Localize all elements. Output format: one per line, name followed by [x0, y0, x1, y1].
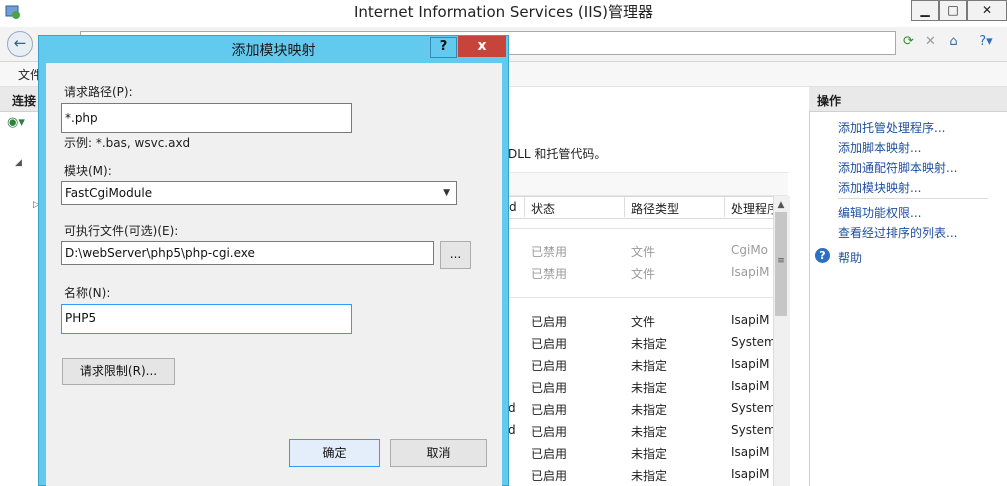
name-input[interactable]: PHP5 [61, 304, 352, 334]
table-row[interactable]: 已启用 未指定 System [508, 332, 774, 354]
column-header-name[interactable]: d [509, 200, 517, 214]
cell-handler: IsapiM [731, 357, 770, 371]
cell-path-type: 未指定 [631, 359, 668, 373]
cell-handler: IsapiM [731, 445, 770, 459]
cell-path-type: 未指定 [631, 469, 668, 483]
window-close-button[interactable]: ✕ [967, 0, 1007, 21]
column-divider[interactable] [724, 197, 725, 217]
connect-globe-icon[interactable]: ◉▾ [7, 115, 25, 130]
connections-pane [0, 87, 41, 486]
help-dropdown-icon[interactable]: ?▾ [974, 33, 998, 50]
cell-status: 已启用 [531, 337, 568, 351]
home-icon[interactable]: ⌂ [945, 33, 962, 50]
cell-path-type: 未指定 [631, 425, 668, 439]
minimize-button[interactable]: ▁ [911, 0, 939, 21]
table-row[interactable]: 已启用 未指定 IsapiM [508, 354, 774, 376]
cell-path-type: 文件 [631, 315, 656, 329]
cell-status: 已启用 [531, 359, 568, 373]
executable-label: 可执行文件(可选)(E): [64, 224, 179, 238]
actions-divider [838, 198, 988, 199]
connections-title: 连接 [12, 94, 37, 108]
scroll-up-arrow-icon[interactable]: ▲ [774, 198, 788, 212]
action-help[interactable]: 帮助 [838, 249, 862, 266]
table-row[interactable]: 已启用 文件 IsapiM [508, 310, 774, 332]
cell-status: 已启用 [531, 469, 568, 483]
cell-name: d [508, 401, 516, 415]
column-header-status[interactable]: 状态 [531, 200, 555, 217]
cell-handler: IsapiM [731, 467, 770, 481]
cell-path-type: 未指定 [631, 337, 668, 351]
scrollbar-grip-icon: ≡ [777, 256, 785, 266]
name-label: 名称(N): [64, 286, 111, 300]
action-add-module-mapping[interactable]: 添加模块映射... [838, 179, 921, 196]
group-divider [508, 297, 774, 298]
window-title: Internet Information Services (IIS)管理器 [353, 3, 654, 21]
maximize-button[interactable]: □ [939, 0, 967, 21]
refresh-icon[interactable]: ⟳ [900, 33, 917, 50]
cell-name: d [508, 423, 516, 437]
column-header-path-type[interactable]: 路径类型 [631, 200, 679, 217]
module-select[interactable]: FastCgiModule ▼ [61, 181, 457, 205]
column-divider[interactable] [624, 197, 625, 217]
cancel-button[interactable]: 取消 [390, 439, 487, 467]
action-add-managed-handler[interactable]: 添加托管处理程序... [838, 119, 945, 136]
action-view-ordered-list[interactable]: 查看经过排序的列表... [838, 224, 957, 241]
module-select-value: FastCgiModule [65, 186, 153, 200]
cell-path-type: 未指定 [631, 403, 668, 417]
cell-path-type: 未指定 [631, 381, 668, 395]
cell-status: 已禁用 [531, 267, 568, 281]
cell-handler: IsapiM [731, 265, 770, 279]
browse-button[interactable]: ... [440, 241, 471, 269]
cell-path-type: 文件 [631, 245, 656, 259]
action-edit-feature-permissions[interactable]: 编辑功能权限... [838, 204, 921, 221]
request-restrictions-button[interactable]: 请求限制(R)... [62, 358, 175, 385]
request-path-label: 请求路径(P): [64, 85, 133, 99]
stop-icon[interactable]: ✕ [922, 33, 939, 50]
dialog-close-button[interactable]: x [458, 36, 506, 57]
cell-handler: System [731, 401, 773, 415]
table-row[interactable]: 已启用 未指定 IsapiM [508, 464, 774, 486]
column-header-handler[interactable]: 处理程序 [731, 200, 773, 217]
cell-handler: System [731, 335, 773, 349]
table-row[interactable]: 已禁用 文件 IsapiM [508, 262, 774, 284]
table-row[interactable]: 已启用 未指定 IsapiM [508, 376, 774, 398]
feature-description: DLL 和托管代码。 [508, 147, 607, 161]
column-divider[interactable] [524, 197, 525, 217]
cell-handler: System [731, 423, 773, 437]
cell-status: 已启用 [531, 315, 568, 329]
action-add-wildcard-script-map[interactable]: 添加通配符脚本映射... [838, 159, 957, 176]
cell-status: 已启用 [531, 447, 568, 461]
help-icon[interactable]: ? [815, 248, 830, 263]
module-label: 模块(M): [64, 164, 112, 178]
dialog-help-button[interactable]: ? [430, 37, 457, 58]
tree-collapse-icon[interactable]: ◢ [15, 158, 22, 168]
table-row[interactable]: d 已启用 未指定 System [508, 420, 774, 442]
cell-handler: IsapiM [731, 313, 770, 327]
action-add-script-map[interactable]: 添加脚本映射... [838, 139, 921, 156]
cell-handler: CgiMo [731, 243, 769, 257]
request-path-input[interactable]: *.php [61, 103, 352, 133]
table-row[interactable]: 已禁用 文件 CgiMo [508, 240, 774, 262]
cell-path-type: 未指定 [631, 447, 668, 461]
back-arrow-icon[interactable]: ← [7, 31, 33, 57]
request-path-example: 示例: *.bas, wsvc.axd [64, 136, 191, 150]
executable-input[interactable]: D:\webServer\php5\php-cgi.exe [61, 241, 434, 265]
cell-status: 已启用 [531, 403, 568, 417]
ok-button[interactable]: 确定 [289, 439, 380, 467]
group-by-bar [508, 172, 788, 196]
cell-status: 已启用 [531, 381, 568, 395]
actions-title: 操作 [817, 94, 842, 108]
chevron-down-icon[interactable]: ▼ [443, 182, 450, 204]
cell-status: 已启用 [531, 425, 568, 439]
cell-handler: IsapiM [731, 379, 770, 393]
group-divider [508, 228, 774, 229]
table-row[interactable]: 已启用 未指定 IsapiM [508, 442, 774, 464]
table-row[interactable]: d 已启用 未指定 System [508, 398, 774, 420]
cell-path-type: 文件 [631, 267, 656, 281]
cell-status: 已禁用 [531, 245, 568, 259]
